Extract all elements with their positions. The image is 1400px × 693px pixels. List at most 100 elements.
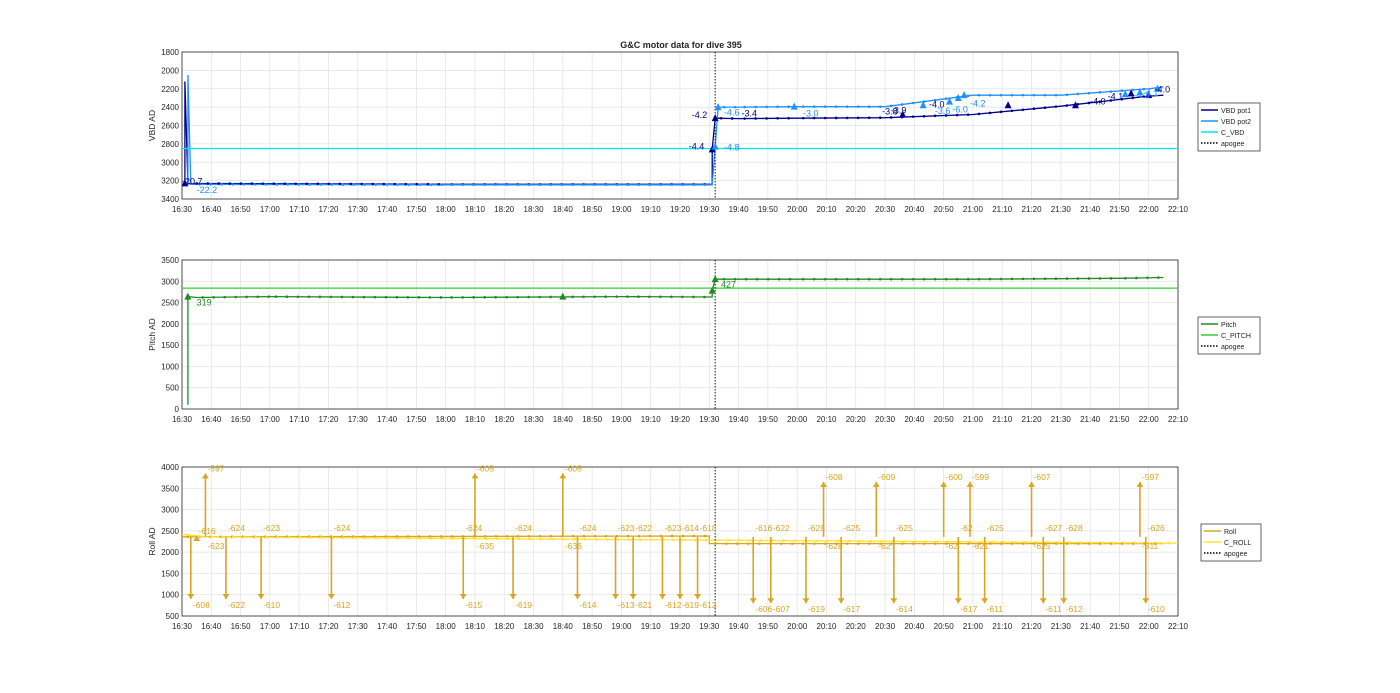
- sample-dot: [1002, 540, 1005, 544]
- sample-dot: [670, 183, 673, 187]
- roll-arrow-head: [459, 593, 467, 599]
- x-tick-label: 19:40: [729, 622, 750, 631]
- sample-dot: [760, 539, 763, 542]
- sample-dot: [988, 542, 992, 545]
- roll-bottom-label: -610: [263, 600, 280, 610]
- x-tick-label: 18:30: [524, 415, 545, 424]
- sample-dot: [584, 538, 587, 541]
- roll-arrow-head: [509, 593, 517, 599]
- x-tick-label: 17:00: [260, 622, 281, 631]
- roll-top-label: -624: [579, 523, 596, 533]
- roll-top-label: -607: [1034, 472, 1051, 482]
- roll-top-label: -616: [755, 523, 772, 533]
- sample-dot: [1135, 276, 1138, 280]
- x-tick-label: 16:30: [172, 622, 193, 631]
- sample-dot: [692, 534, 696, 538]
- sample-dot: [474, 537, 477, 540]
- sample-dot: [505, 183, 508, 187]
- legend-entry: apogee: [1221, 141, 1244, 148]
- sample-dot: [856, 542, 860, 545]
- x-tick-label: 17:40: [377, 205, 398, 214]
- x-tick-label: 18:10: [465, 205, 486, 214]
- x-tick-label: 17:00: [260, 205, 281, 214]
- sample-dot: [1054, 105, 1058, 108]
- x-tick-label: 20:00: [787, 622, 808, 631]
- roll-bottom-label: -628: [826, 541, 843, 551]
- sample-dot: [549, 295, 552, 299]
- y-tick-label: 2400: [161, 103, 179, 112]
- sample-dot: [256, 295, 259, 299]
- y-tick-label: 3200: [161, 177, 179, 186]
- sample-dot: [418, 183, 422, 187]
- sample-dot: [375, 536, 378, 540]
- y-tick-label: 0: [175, 405, 180, 414]
- x-tick-label: 17:50: [406, 622, 427, 631]
- y-tick-label: 2600: [161, 122, 179, 131]
- sample-dot: [352, 183, 356, 186]
- sample-dot: [1087, 91, 1091, 95]
- sample-dot: [441, 537, 444, 540]
- sample-dot: [439, 296, 443, 299]
- marker-triangle: [1004, 101, 1012, 109]
- series-vbd-pot1: [184, 81, 1164, 185]
- roll-arrow-head: [629, 593, 637, 599]
- sample-dot: [316, 182, 320, 186]
- sample-dot: [1010, 109, 1014, 113]
- x-tick-label: 18:00: [436, 415, 457, 424]
- sample-dot: [232, 535, 235, 539]
- roll-top-label: -597: [1142, 472, 1159, 482]
- sample-dot: [275, 183, 279, 186]
- sample-dot: [719, 116, 723, 120]
- roll-top-label: -624: [333, 523, 350, 533]
- sample-dot: [790, 542, 794, 545]
- sample-dot: [911, 115, 915, 118]
- x-tick-label: 21:40: [1080, 415, 1101, 424]
- roll-arrow-head: [573, 593, 581, 599]
- roll-bottom-label: -614: [579, 600, 596, 610]
- sample-dot: [265, 535, 268, 539]
- sample-dot: [221, 535, 224, 539]
- annotation-label: -3.6: [935, 106, 951, 116]
- annotation-label: -4.6: [724, 107, 740, 117]
- sample-dot: [507, 537, 510, 541]
- x-tick-label: 20:30: [875, 622, 896, 631]
- roll-top-label: -624: [515, 523, 532, 533]
- sample-dot: [396, 183, 400, 186]
- sample-dot: [1076, 92, 1080, 96]
- sample-dot: [812, 542, 816, 545]
- x-tick-label: 21:30: [1051, 415, 1072, 424]
- sample-dot: [776, 117, 779, 120]
- x-tick-label: 21:40: [1080, 622, 1101, 631]
- sample-dot: [670, 534, 674, 538]
- sample-dot: [245, 295, 248, 299]
- sample-dot: [867, 542, 871, 545]
- sample-dot: [977, 277, 981, 281]
- x-tick-label: 17:50: [406, 415, 427, 424]
- sample-dot: [650, 538, 653, 542]
- x-tick-label: 16:50: [231, 415, 252, 424]
- sample-dot: [353, 536, 356, 540]
- sample-dot: [1112, 541, 1115, 545]
- legend-entry: Roll: [1224, 529, 1237, 536]
- sample-dot: [738, 539, 741, 542]
- sample-dot: [988, 111, 992, 115]
- x-tick-label: 18:30: [524, 622, 545, 631]
- sample-dot: [870, 539, 873, 543]
- sample-dot: [999, 93, 1003, 97]
- sample-dot: [815, 539, 818, 543]
- x-tick-label: 19:30: [699, 205, 720, 214]
- annotation-label: -4.1: [1108, 91, 1124, 101]
- sample-dot: [834, 105, 838, 108]
- x-tick-label: 16:30: [172, 205, 193, 214]
- sample-dot: [730, 117, 734, 120]
- sample-dot: [393, 182, 397, 186]
- sample-dot: [485, 537, 488, 540]
- sample-dot: [911, 542, 915, 545]
- sample-dot: [615, 183, 618, 187]
- sample-dot: [626, 183, 629, 187]
- sample-dot: [900, 542, 904, 545]
- sample-dot: [593, 183, 596, 187]
- sample-dot: [1098, 91, 1102, 94]
- sample-dot: [683, 538, 686, 542]
- roll-arrow-head: [658, 593, 666, 599]
